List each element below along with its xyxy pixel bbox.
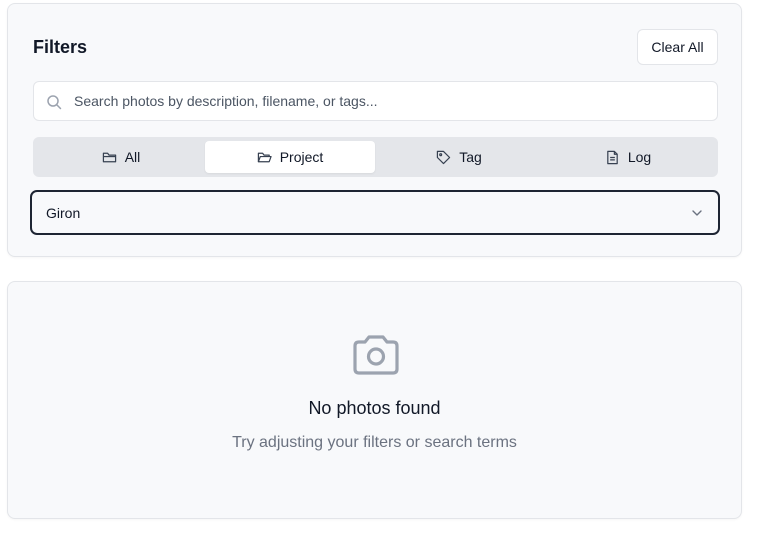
tab-project-label: Project	[279, 149, 324, 165]
tab-tag-label: Tag	[459, 149, 482, 165]
folder-icon	[102, 152, 116, 162]
tab-log[interactable]: Log	[543, 141, 713, 173]
camera-icon	[353, 335, 399, 375]
project-select[interactable]: Giron	[30, 190, 720, 235]
empty-state-title: No photos found	[308, 398, 441, 418]
search-box[interactable]	[33, 81, 718, 121]
project-select-value: Giron	[46, 205, 81, 221]
search-input[interactable]	[74, 82, 714, 120]
filter-type-tabs: All Project Tag Log	[33, 137, 718, 177]
tab-log-label: Log	[627, 149, 652, 165]
tab-all-label: All	[124, 149, 141, 165]
tab-tag[interactable]: Tag	[374, 141, 544, 173]
empty-state-subtitle: Try adjusting your filters or search ter…	[232, 434, 517, 451]
filters-title: Filters	[33, 37, 88, 57]
document-icon	[607, 150, 618, 164]
tag-icon	[437, 150, 451, 164]
tab-project[interactable]: Project	[205, 141, 375, 173]
chevron-down-icon	[692, 210, 702, 216]
results-panel: No photos found Try adjusting your filte…	[7, 281, 742, 519]
filters-panel: Filters Clear All All Project	[7, 3, 742, 257]
tab-all[interactable]: All	[36, 141, 206, 173]
folder-open-icon	[257, 152, 272, 162]
clear-all-button[interactable]: Clear All	[637, 29, 718, 65]
search-icon	[47, 95, 62, 110]
